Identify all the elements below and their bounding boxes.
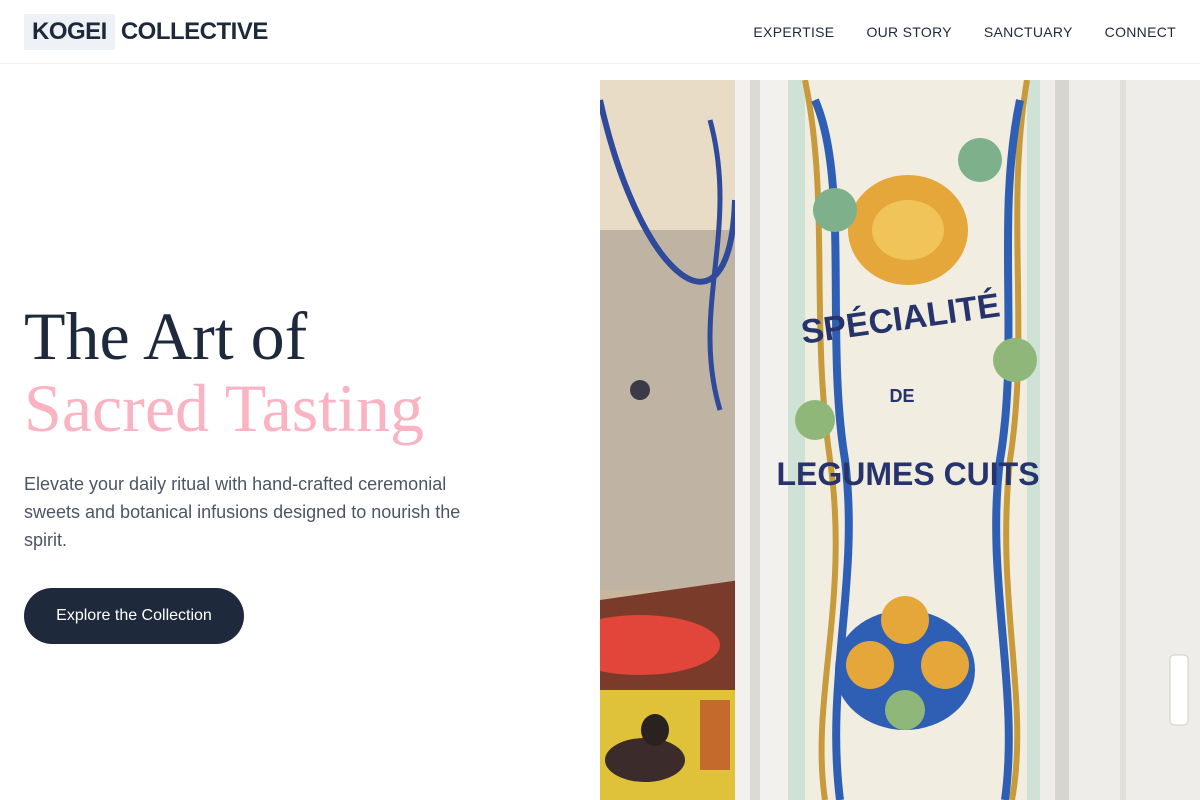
logo-word-kogei: KOGEI <box>24 13 115 50</box>
explore-collection-button[interactable]: Explore the Collection <box>24 588 244 644</box>
logo-word-collective: COLLECTIVE <box>120 17 269 45</box>
nav-link-connect[interactable]: CONNECT <box>1105 24 1176 40</box>
nav-link-our-story[interactable]: OUR STORY <box>866 24 951 40</box>
main-nav: EXPERTISE OUR STORY SANCTUARY CONNECT <box>753 24 1176 40</box>
hero-image: SPÉCIALITÉ DE LEGUMES CUITS <box>600 80 1200 800</box>
nav-link-expertise[interactable]: EXPERTISE <box>753 24 834 40</box>
brand-logo[interactable]: KOGEI COLLECTIVE <box>24 13 269 50</box>
headline-line-1: The Art of <box>24 298 308 374</box>
site-header: KOGEI COLLECTIVE EXPERTISE OUR STORY SAN… <box>0 0 1200 64</box>
headline-line-2: Sacred Tasting <box>24 370 424 446</box>
hero-headline: The Art of Sacred Tasting <box>24 300 584 444</box>
sign-text-de: DE <box>889 386 914 406</box>
sign-text-legumes-cuits: LEGUMES CUITS <box>776 456 1039 492</box>
hero-content: The Art of Sacred Tasting Elevate your d… <box>24 300 584 644</box>
shop-sign-photo: SPÉCIALITÉ DE LEGUMES CUITS <box>600 80 1200 800</box>
nav-link-sanctuary[interactable]: SANCTUARY <box>984 24 1073 40</box>
hero-description: Elevate your daily ritual with hand-craf… <box>24 474 461 550</box>
